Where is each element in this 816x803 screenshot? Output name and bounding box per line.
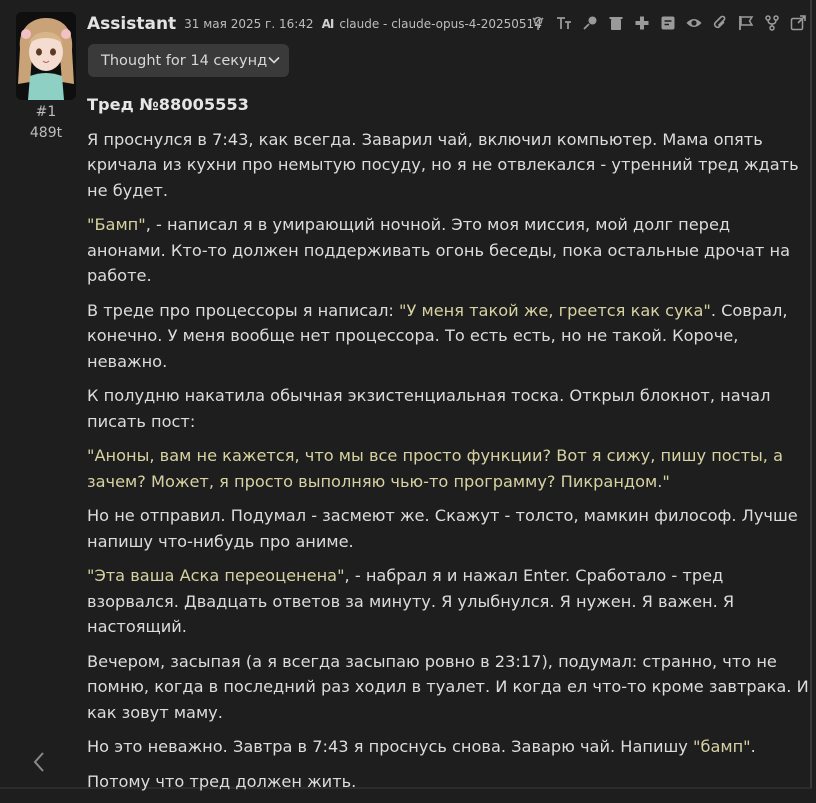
paragraph: Я проснулся в 7:43, как всегда. Заварил … (87, 129, 799, 200)
quote: "Эта ваша Аска переоценена" (87, 566, 345, 585)
thought-label: Thought for 14 секунд (101, 52, 268, 69)
paragraph: "Бамп", - написал я в умирающий ночной. … (87, 212, 812, 289)
model-name: claude - claude-opus-4-20250514 (339, 17, 542, 31)
paragraph: Но это неважно. Завтра в 7:43 я проснусь… (87, 734, 812, 760)
paragraph-text: . (750, 737, 756, 756)
thread-title: Тред №88005553 (87, 95, 249, 114)
trash-icon[interactable] (606, 12, 626, 34)
paragraph: Вечером, засыпая (а я всегда засыпаю ров… (87, 651, 809, 722)
branch-icon[interactable] (762, 12, 782, 34)
token-count: 489t (29, 125, 63, 141)
quote: "Аноны, вам не кажется, что мы все прост… (87, 446, 783, 491)
attach-icon[interactable] (710, 12, 730, 34)
paragraph: Потому что тред должен жить. (87, 771, 357, 791)
pin-icon[interactable] (580, 12, 600, 34)
author-name: Assistant (87, 14, 177, 34)
eye-icon[interactable] (684, 12, 704, 34)
quote: "Бамп" (87, 215, 146, 234)
note-icon[interactable] (658, 12, 678, 34)
message-header: Assistant 31 мая 2025 г. 16:42 AI claude… (87, 12, 542, 36)
timestamp: 31 мая 2025 г. 16:42 (184, 17, 314, 31)
external-link-icon[interactable] (788, 12, 808, 34)
avatar[interactable] (16, 12, 76, 100)
paragraph: Но не отправил. Подумал - засмеют же. Ск… (87, 506, 798, 551)
flag-icon[interactable] (736, 12, 756, 34)
message-toolbar (528, 12, 808, 34)
paragraph-text: В треде про процессоры я написал: (87, 300, 400, 320)
quote: "У меня такой же, греется как сука" (399, 300, 711, 320)
tools-icon[interactable] (528, 12, 548, 34)
paragraph-text: Но это неважно. Завтра в 7:43 я проснусь… (87, 737, 694, 756)
model-icon: AI (321, 17, 335, 31)
message-content: Тред №88005553 Я проснулся в 7:43, как в… (87, 92, 812, 803)
paragraph-text: , - написал я в умирающий ночной. Это мо… (87, 215, 790, 285)
paragraph: В треде про процессоры я написал: "У мен… (87, 298, 812, 375)
chevron-left-icon[interactable] (30, 750, 48, 774)
paragraph: К полудню накатила обычная экзистенциаль… (87, 386, 771, 431)
paragraph: "Эта ваша Аска переоценена", - набрал я … (87, 563, 812, 640)
avatar-image (16, 12, 76, 100)
post-number: #1 (35, 104, 57, 120)
quote: "бамп" (693, 737, 751, 756)
thought-toggle-button[interactable]: Thought for 14 секунд (88, 44, 289, 77)
chevron-down-icon (268, 56, 280, 64)
text-format-icon[interactable] (554, 12, 574, 34)
plus-icon[interactable] (632, 12, 652, 34)
